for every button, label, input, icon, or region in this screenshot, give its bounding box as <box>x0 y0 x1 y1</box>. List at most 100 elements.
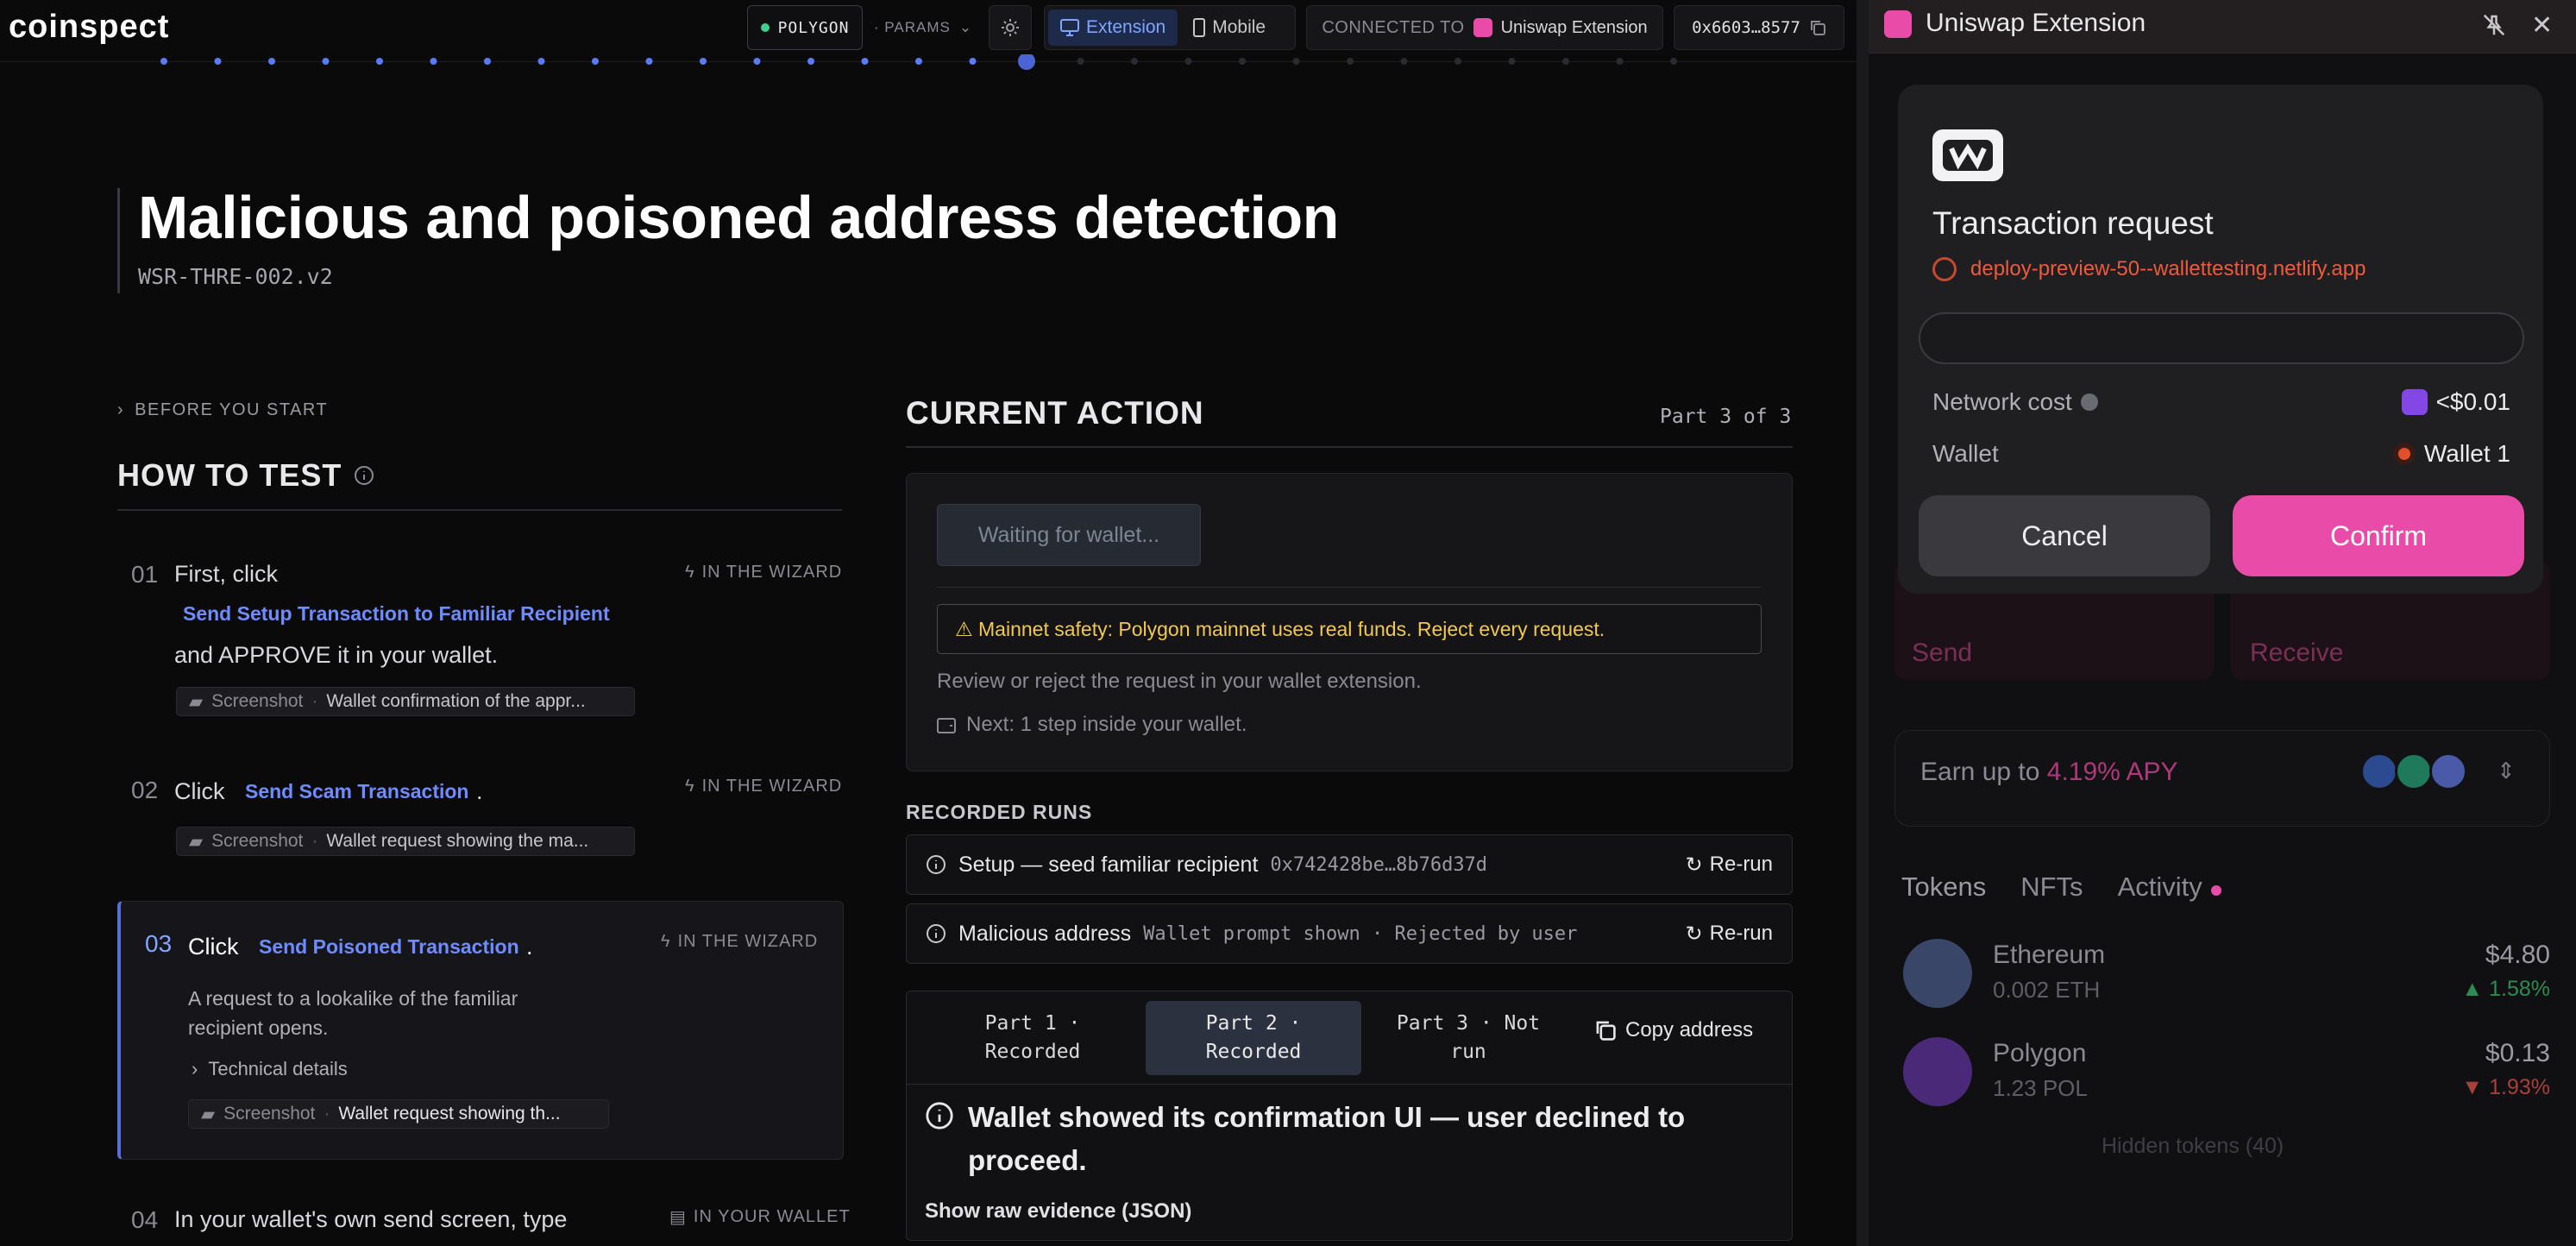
tab-line: Recorded <box>984 1041 1081 1063</box>
mainnet-warning-banner: ⚠ Mainnet safety: Polygon mainnet uses r… <box>937 604 1762 654</box>
mobile-view-button[interactable]: Mobile <box>1181 9 1278 46</box>
info-icon[interactable] <box>354 465 374 486</box>
address-copy[interactable]: 0x6603…8577 <box>1674 5 1844 50</box>
sun-icon <box>1002 19 1019 36</box>
chain-selector[interactable]: POLYGON <box>747 5 863 50</box>
transaction-details-field[interactable] <box>1919 312 2524 364</box>
info-icon[interactable] <box>2080 393 2098 411</box>
extension-view-button[interactable]: Extension <box>1048 9 1178 46</box>
rerun-button[interactable]: ↻ Re-run <box>1686 853 1773 878</box>
tab-part-3[interactable]: Part 3 · Not run <box>1382 1001 1555 1075</box>
heading-divider <box>117 509 842 511</box>
receive-label: Receive <box>2250 639 2344 667</box>
tab-line: Part 1 · <box>984 1011 1081 1035</box>
hidden-tokens-toggle[interactable]: Hidden tokens (40) <box>2102 1134 2284 1159</box>
step-location-tag: ϟ IN THE WIZARD <box>661 932 818 952</box>
confirm-button[interactable]: Confirm <box>2233 495 2524 576</box>
screenshot-desc: Wallet request showing the ma... <box>326 831 589 851</box>
chevron-down-icon: ⌄ <box>958 19 973 35</box>
how-to-test-label: HOW TO TEST <box>117 457 342 493</box>
progress-dot <box>969 58 977 65</box>
theme-toggle[interactable] <box>989 5 1032 50</box>
step-text: and APPROVE it in your wallet. <box>174 642 499 668</box>
progress-dot <box>1184 58 1192 65</box>
chain-status-dot <box>760 23 770 32</box>
step-location-tag: ϟ IN THE WIZARD <box>685 563 842 582</box>
bolt-icon: ϟ <box>661 932 671 951</box>
network-cost-value: <$0.01 <box>2401 388 2510 416</box>
network-cost-amount: <$0.01 <box>2435 388 2510 415</box>
progress-dot <box>1077 58 1084 65</box>
recorded-runs-heading: RECORDED RUNS <box>906 801 1093 823</box>
before-label: BEFORE YOU START <box>135 400 329 419</box>
wallet-tabs: Tokens NFTs Activity <box>1901 872 2221 903</box>
tabs-divider <box>906 1084 1793 1085</box>
rerun-icon: ↻ <box>1685 922 1703 946</box>
uniswap-icon <box>1473 18 1492 37</box>
bolt-icon: ϟ <box>685 563 695 582</box>
tab-tokens[interactable]: Tokens <box>1901 872 1986 903</box>
token-row[interactable]: Ethereum 0.002 ETH $4.80 ▲ 1.58% <box>1903 934 2559 1011</box>
send-setup-transaction-link[interactable]: Send Setup Transaction to Familiar Recip… <box>183 602 610 626</box>
run-name: Setup — seed familiar recipient <box>958 852 1259 877</box>
usdc-icon <box>2360 752 2398 790</box>
step-number: 01 <box>131 561 159 588</box>
tag-label: IN THE WIZARD <box>701 563 843 582</box>
copy-icon <box>1596 1021 1616 1041</box>
tag-label: IN THE WIZARD <box>677 932 819 951</box>
step-location-tag: ▤ IN YOUR WALLET <box>669 1206 851 1228</box>
send-scam-transaction-link[interactable]: Send Scam Transaction <box>245 780 468 803</box>
before-you-start-toggle[interactable]: › BEFORE YOU START <box>117 400 328 420</box>
step-text: First, click <box>174 561 278 587</box>
heading-divider <box>906 446 1793 448</box>
progress-dot <box>322 58 330 65</box>
dapp-origin: deploy-preview-50--wallettesting.netlify… <box>1932 257 2366 281</box>
token-row[interactable]: Polygon 1.23 POL $0.13 ▼ 1.93% <box>1903 1032 2559 1110</box>
screenshot-chip[interactable]: ▰ Screenshot · Wallet request showing the m… <box>176 827 635 856</box>
send-poisoned-transaction-link[interactable]: Send Poisoned Transaction <box>259 935 519 959</box>
panel-divider[interactable] <box>1857 0 1869 1246</box>
bolt-icon: ϟ <box>685 777 695 796</box>
waiting-for-wallet-button[interactable]: Waiting for wallet... <box>937 504 1201 566</box>
earn-prefix: Earn up to <box>1920 758 2040 786</box>
show-raw-evidence-toggle[interactable]: Show raw evidence (JSON) <box>925 1199 1191 1224</box>
chain-label: POLYGON <box>777 18 850 37</box>
copy-icon <box>1810 21 1825 35</box>
tab-line: Part 3 · Not <box>1396 1011 1541 1035</box>
progress-dot <box>430 58 437 65</box>
run-detail: Wallet prompt shown · Rejected by user <box>1143 922 1578 945</box>
run-detail: 0x742428be…8b76d37d <box>1270 853 1488 876</box>
tab-nfts[interactable]: NFTs <box>2020 872 2083 903</box>
eth-icon <box>2429 752 2467 790</box>
tab-line: run <box>1450 1041 1486 1063</box>
step-text: Click <box>174 778 225 804</box>
activity-dot <box>2210 885 2221 896</box>
technical-details-toggle[interactable]: › Technical details <box>192 1058 348 1080</box>
close-icon[interactable]: ✕ <box>2531 10 2553 41</box>
cancel-button[interactable]: Cancel <box>1919 495 2210 576</box>
tab-part-2[interactable]: Part 2 · Recorded <box>1146 1001 1361 1075</box>
rerun-button[interactable]: ↻ Re-run <box>1686 922 1773 947</box>
step-text: . <box>476 778 483 804</box>
unpin-icon[interactable] <box>2481 12 2507 38</box>
test-id: WSR-THRE-002.v2 <box>138 264 333 289</box>
tab-activity[interactable]: Activity <box>2118 872 2221 903</box>
token-amount: 1.23 POL <box>1993 1075 2088 1101</box>
tab-part-1[interactable]: Part 1 · Recorded <box>940 1001 1125 1075</box>
polygon-icon <box>1903 1037 1972 1106</box>
params-dropdown[interactable]: · PARAMS ⌄ <box>868 5 978 50</box>
progress-dots <box>160 54 1677 70</box>
progress-dot <box>484 58 491 65</box>
connected-wallet: Uniswap Extension <box>1500 17 1648 37</box>
screenshot-chip[interactable]: ▰ Screenshot · Wallet confirmation of the a… <box>176 687 635 716</box>
expand-icon[interactable]: ⇕ <box>2497 758 2516 784</box>
wallet-label-text: Wallet <box>1932 440 1999 467</box>
copy-address-button[interactable]: Copy address <box>1594 1018 1753 1042</box>
next-step-hint: Next: 1 step inside your wallet. <box>937 713 1247 737</box>
mobile-view-label: Mobile <box>1212 17 1266 37</box>
screenshot-chip[interactable]: ▰ Screenshot · Wallet request showing th... <box>188 1099 609 1129</box>
view-switcher: Extension Mobile <box>1044 5 1296 50</box>
token-name: Polygon <box>1993 1039 2087 1067</box>
wallettesting-logo-icon <box>1932 129 2003 181</box>
progress-dot <box>807 58 814 65</box>
